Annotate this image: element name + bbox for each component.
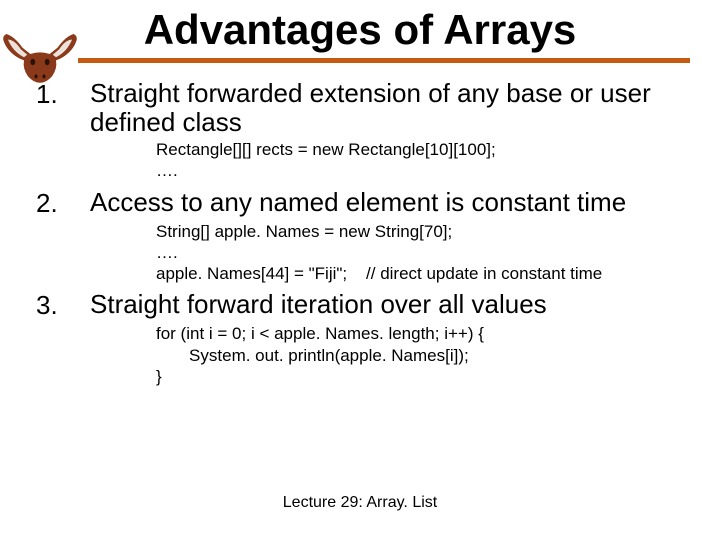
item-text: Straight forwarded extension of any base… bbox=[90, 79, 700, 137]
list-item: 3. Straight forward iteration over all v… bbox=[36, 290, 700, 321]
item-text: Access to any named element is constant … bbox=[90, 188, 700, 217]
longhorn-logo bbox=[0, 28, 80, 88]
code-block: for (int i = 0; i < apple. Names. length… bbox=[156, 323, 700, 387]
item-number: 2. bbox=[36, 188, 90, 219]
list-item: 2. Access to any named element is consta… bbox=[36, 188, 700, 219]
item-number: 3. bbox=[36, 290, 90, 321]
item-text: Straight forward iteration over all valu… bbox=[90, 290, 700, 319]
code-block: String[] apple. Names = new String[70]; … bbox=[156, 221, 700, 285]
footer-text: Lecture 29: Array. List bbox=[0, 494, 720, 512]
code-block: Rectangle[][] rects = new Rectangle[10][… bbox=[156, 139, 700, 182]
slide-title: Advantages of Arrays bbox=[0, 0, 720, 58]
content-area: 1. Straight forwarded extension of any b… bbox=[0, 63, 720, 387]
list-item: 1. Straight forwarded extension of any b… bbox=[36, 79, 700, 137]
